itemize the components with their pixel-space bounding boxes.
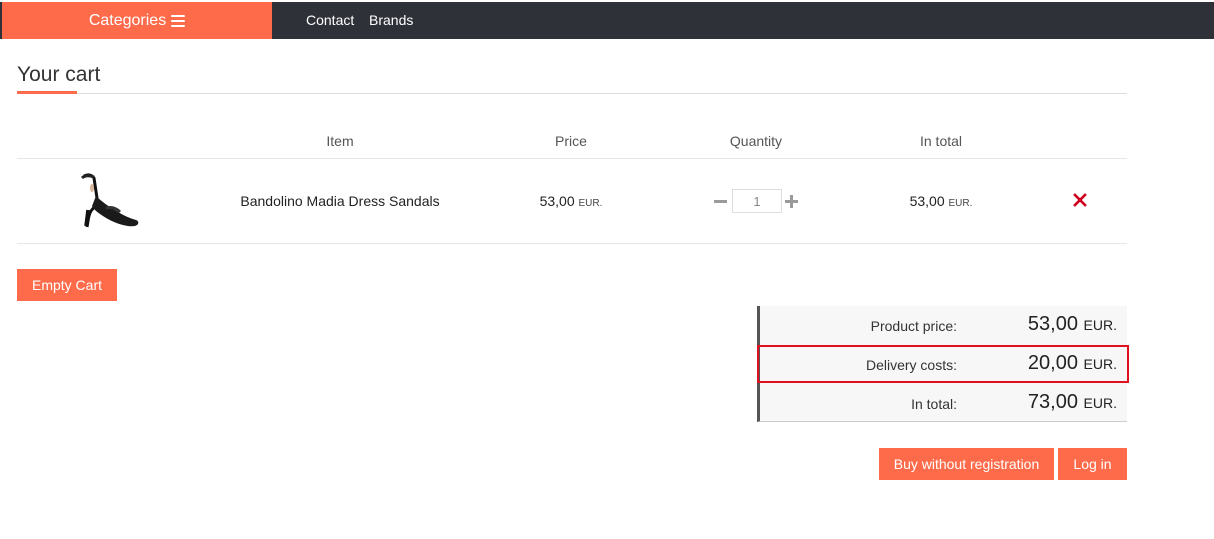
product-price-value: 53,00 — [539, 193, 575, 209]
delivery-costs-label: Delivery costs: — [865, 357, 957, 373]
column-header-quantity: Quantity — [729, 133, 783, 149]
title-divider — [17, 93, 1127, 94]
product-price-amount: 53,00 — [1027, 313, 1078, 335]
grand-total-label: In total: — [911, 396, 957, 412]
order-summary: Product price: 53,00 EUR. Delivery costs… — [757, 306, 1127, 422]
grand-total-currency: EUR. — [1083, 395, 1117, 411]
nav-link-contact[interactable]: Contact — [306, 12, 354, 28]
grand-total-amount: 73,00 — [1027, 391, 1078, 413]
product-price-total: 53,00 EUR. — [1028, 313, 1117, 336]
nav-link-brands[interactable]: Brands — [369, 12, 413, 28]
table-row-divider — [17, 243, 1127, 244]
delivery-costs-total: 20,00 EUR. — [1028, 352, 1117, 375]
grand-total: 73,00 EUR. — [1028, 391, 1117, 414]
delivery-costs-amount: 20,00 — [1027, 352, 1078, 374]
product-price-label: Product price: — [870, 318, 957, 334]
row-total: 53,00 EUR. — [881, 193, 1001, 209]
title-accent-bar — [17, 91, 77, 94]
categories-button[interactable]: Categories — [2, 2, 272, 39]
product-price-currency: EUR. — [578, 198, 603, 209]
quantity-input[interactable] — [732, 189, 782, 213]
close-icon[interactable] — [1073, 193, 1087, 207]
minus-icon[interactable] — [714, 191, 728, 211]
hamburger-icon — [171, 14, 186, 27]
log-in-button[interactable]: Log in — [1058, 448, 1127, 480]
row-total-value: 53,00 — [909, 193, 945, 209]
summary-row-total: In total: 73,00 EUR. — [760, 384, 1127, 422]
categories-label: Categories — [88, 11, 167, 29]
buy-without-registration-button[interactable]: Buy without registration — [879, 448, 1054, 480]
product-price: 53,00 EUR. — [511, 193, 631, 209]
column-header-item: Item — [326, 133, 354, 149]
top-navbar: Categories Contact Brands — [0, 2, 1214, 39]
row-total-currency: EUR. — [948, 198, 973, 209]
column-header-in-total: In total — [919, 133, 963, 149]
table-header-divider — [17, 158, 1127, 159]
product-image[interactable] — [76, 172, 140, 230]
page-title: Your cart — [17, 63, 101, 86]
delivery-costs-currency: EUR. — [1083, 356, 1117, 372]
quantity-stepper — [714, 189, 800, 213]
empty-cart-button[interactable]: Empty Cart — [17, 269, 117, 301]
product-name[interactable]: Bandolino Madia Dress Sandals — [220, 193, 460, 209]
summary-row-delivery: Delivery costs: 20,00 EUR. — [760, 345, 1127, 383]
product-price-total-currency: EUR. — [1083, 317, 1117, 333]
summary-row-product-price: Product price: 53,00 EUR. — [760, 306, 1127, 344]
column-header-price: Price — [555, 133, 587, 149]
plus-icon[interactable] — [785, 191, 799, 211]
